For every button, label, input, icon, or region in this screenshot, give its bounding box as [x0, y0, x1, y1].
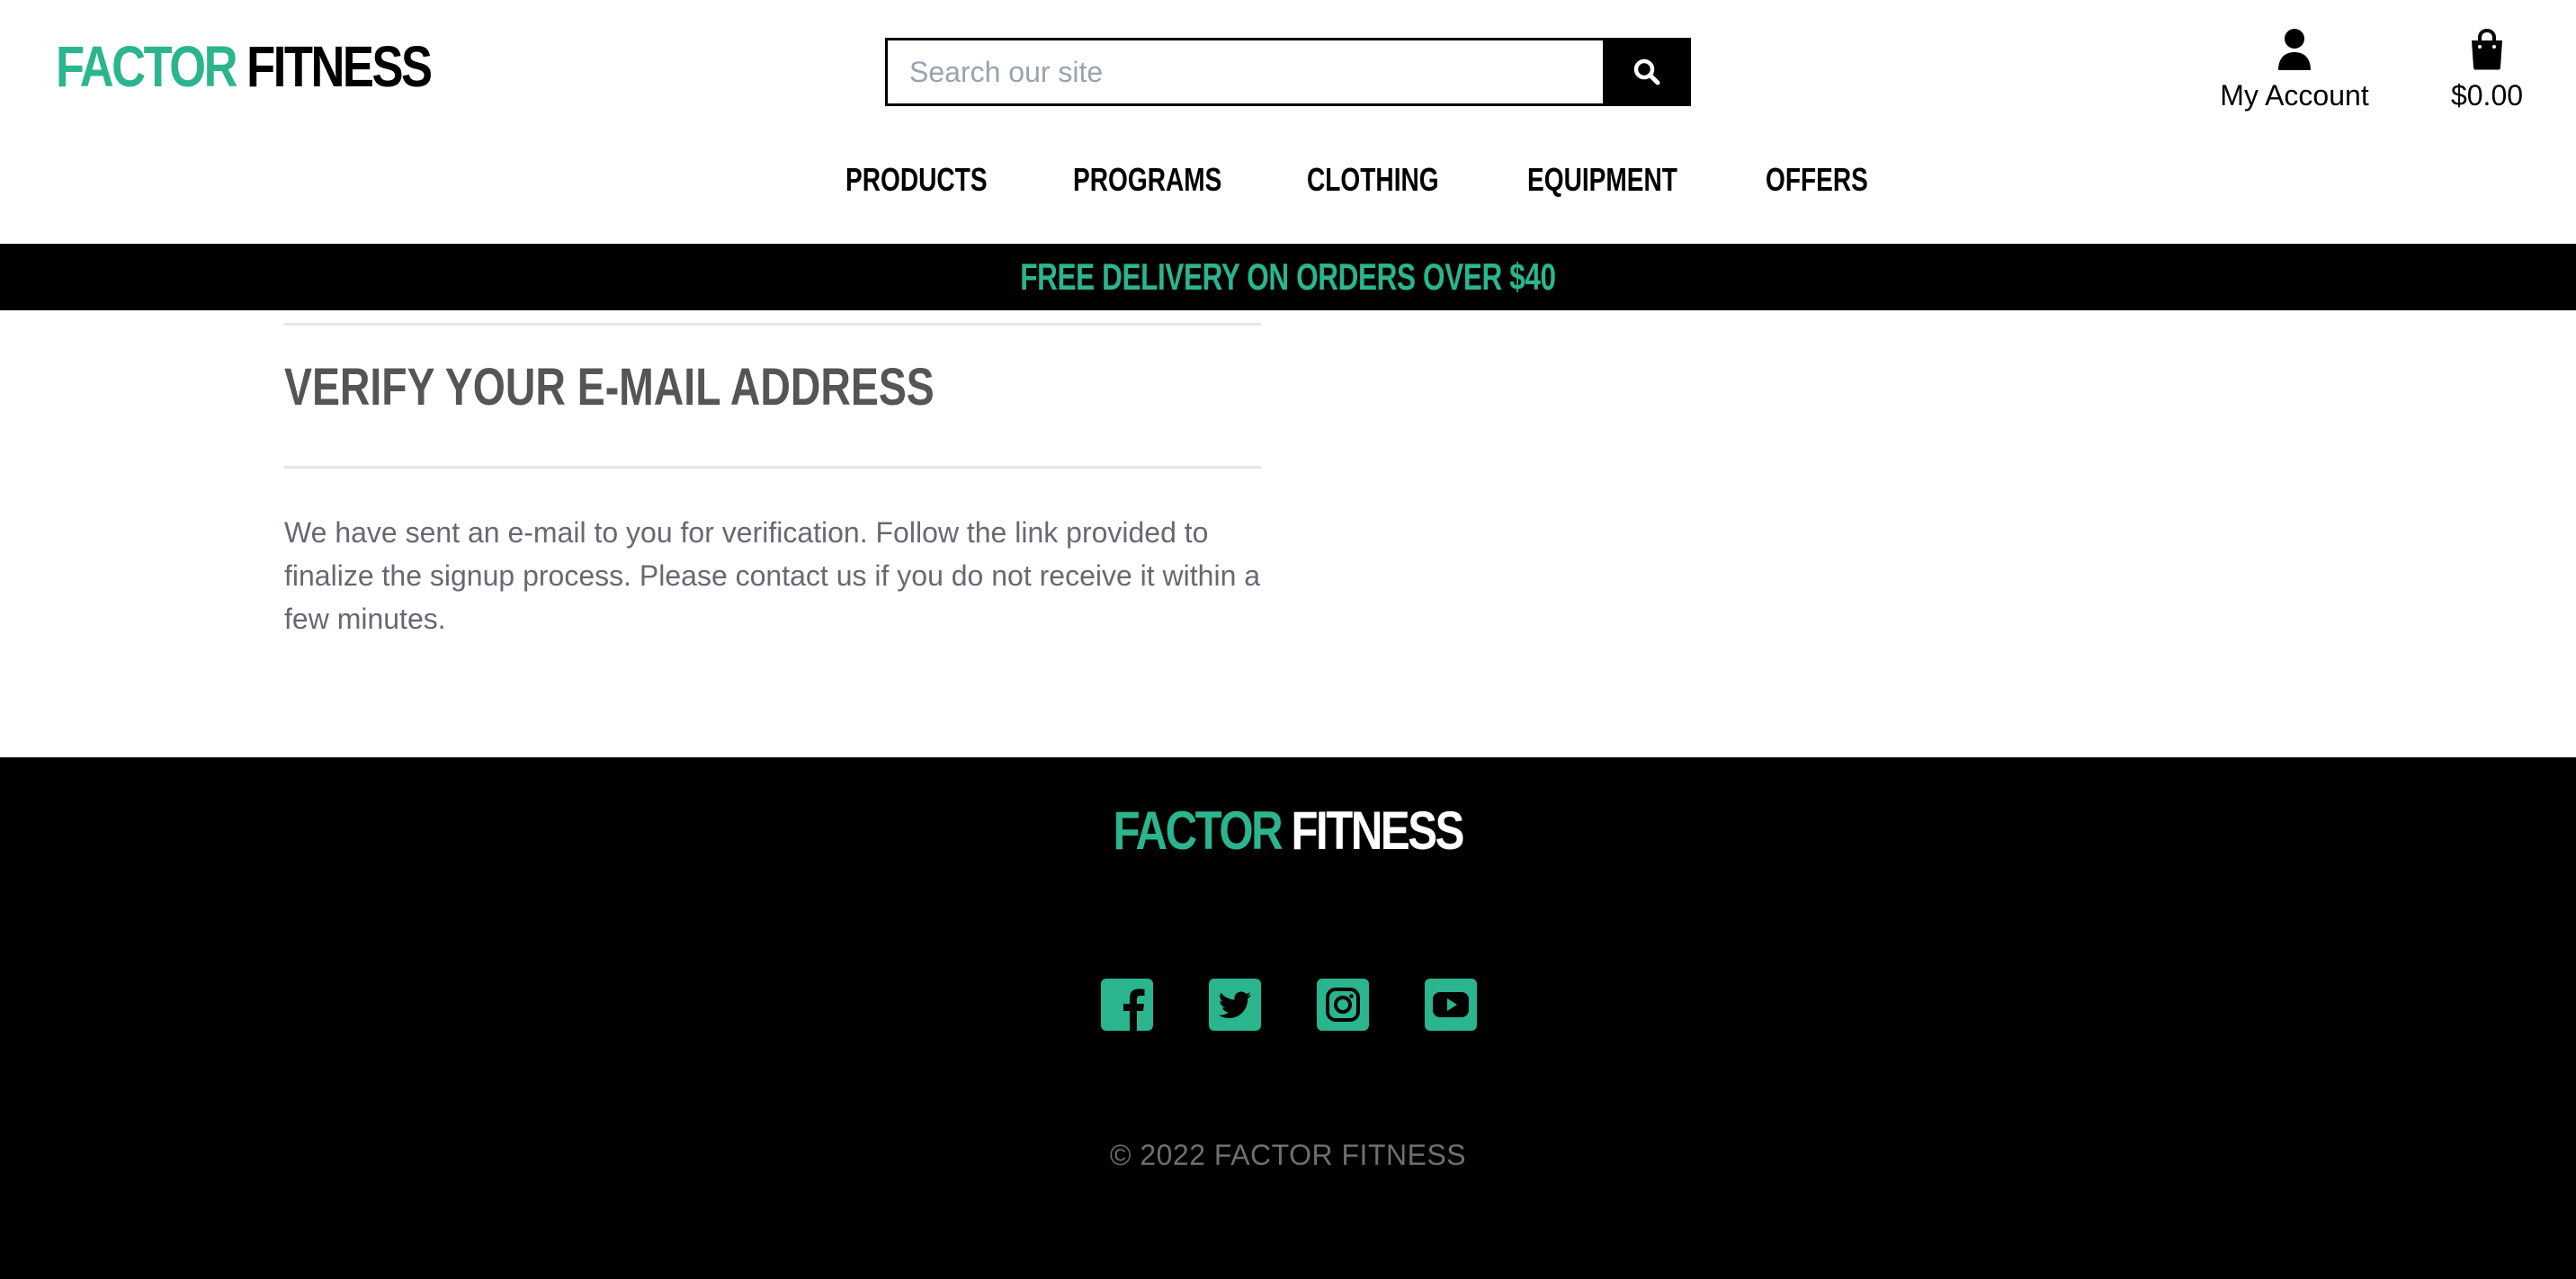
youtube-link[interactable]: [1425, 979, 1477, 1031]
nav-item-clothing[interactable]: CLOTHING: [1307, 155, 1439, 205]
facebook-link[interactable]: [1101, 979, 1153, 1031]
footer-logo-text-factor: FACTOR: [1113, 800, 1284, 861]
footer-logo-text-fitness: FITNESS: [1291, 800, 1465, 861]
search-button[interactable]: [1603, 38, 1691, 106]
nav-item-programs[interactable]: PROGRAMS: [1073, 155, 1221, 205]
twitter-link[interactable]: [1209, 979, 1261, 1031]
facebook-icon: [1101, 979, 1153, 1031]
search-icon: [1633, 58, 1660, 85]
logo-text-factor: FACTOR: [56, 34, 237, 99]
social-links: [0, 979, 2576, 1033]
nav-item-offers[interactable]: OFFERS: [1766, 155, 1868, 205]
page-title: VERIFY YOUR E-MAIL ADDRESS: [284, 358, 935, 416]
copyright-text: © 2022 FACTOR FITNESS: [1109, 1139, 1467, 1171]
promo-banner-text: FREE DELIVERY ON ORDERS OVER $40: [1020, 255, 1556, 298]
site-header: FACTOR FITNESS My Account: [0, 0, 2576, 244]
divider-top: [284, 323, 1261, 326]
my-account-link[interactable]: My Account: [2213, 23, 2376, 112]
search-input[interactable]: [885, 38, 1603, 106]
twitter-icon: [1209, 979, 1261, 1031]
search-form: [885, 38, 1691, 106]
instagram-link[interactable]: [1317, 979, 1369, 1031]
instagram-icon: [1317, 979, 1369, 1031]
site-logo[interactable]: FACTOR FITNESS: [56, 31, 433, 103]
cart-link[interactable]: $0.00: [2437, 23, 2536, 112]
page: FACTOR FITNESS My Account: [0, 0, 2576, 1279]
footer-logo: FACTOR FITNESS: [0, 799, 2576, 863]
youtube-icon: [1425, 979, 1477, 1031]
nav-item-equipment[interactable]: EQUIPMENT: [1527, 155, 1677, 205]
logo-text-fitness: FITNESS: [246, 34, 433, 99]
nav-item-products[interactable]: PRODUCTS: [845, 155, 988, 205]
divider-bottom: [284, 466, 1261, 469]
cart-total: $0.00: [2450, 79, 2524, 112]
shopping-bag-icon: [2472, 29, 2502, 70]
verification-message: We have sent an e-mail to you for verifi…: [284, 516, 1261, 635]
promo-banner: FREE DELIVERY ON ORDERS OVER $40: [0, 244, 2576, 310]
main-nav: PRODUCTS PROGRAMS CLOTHING EQUIPMENT OFF…: [0, 155, 2576, 205]
my-account-label: My Account: [2220, 79, 2369, 112]
user-icon: [2278, 29, 2311, 70]
site-footer: FACTOR FITNESS © 2022 FACTOR FITNESS: [0, 757, 2576, 1279]
